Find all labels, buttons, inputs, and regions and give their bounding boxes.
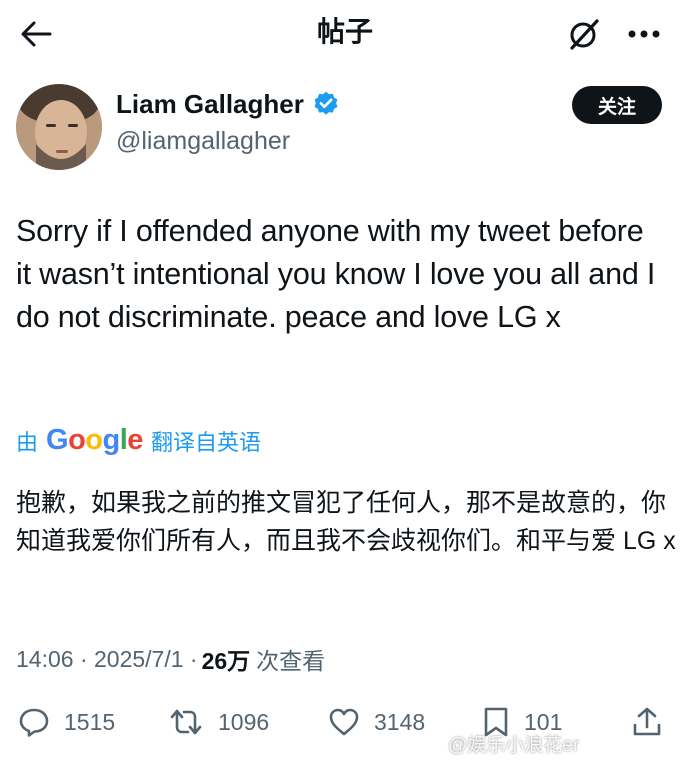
translated-suffix: 翻译自英语 (150, 429, 261, 455)
timestamp[interactable]: 14:06 · 2025/7/1 · (16, 646, 198, 673)
reply-button[interactable]: 1515 (18, 700, 115, 744)
grok-icon (570, 19, 599, 50)
author-name-row[interactable]: Liam Gallagher (116, 86, 340, 122)
repost-count: 1096 (218, 708, 270, 735)
more-dots-icon (628, 30, 660, 38)
like-button[interactable]: 3148 (328, 700, 425, 744)
grok-button[interactable] (562, 14, 606, 54)
google-logo: Google (46, 424, 143, 456)
repost-icon (170, 709, 202, 735)
share-icon (633, 707, 661, 736)
action-bar: 1515 1096 3148 101 (0, 700, 690, 744)
watermark: @娱乐小浪花er (448, 735, 580, 756)
author-handle[interactable]: @liamgallagher (116, 124, 290, 158)
heart-icon (329, 708, 359, 736)
view-count: 26万 (201, 648, 251, 674)
verified-badge-icon (314, 91, 338, 115)
avatar-portrait-image (16, 84, 102, 170)
like-count: 3148 (374, 708, 426, 735)
share-button[interactable] (632, 700, 662, 744)
repost-button[interactable]: 1096 (168, 700, 269, 744)
tweet-text: Sorry if I offended anyone with my tweet… (16, 214, 656, 334)
reply-icon (19, 708, 49, 737)
author-display-name[interactable]: Liam Gallagher (116, 86, 304, 122)
tweet-meta: 14:06 · 2025/7/1 · 26万 次查看 (16, 642, 325, 676)
avatar[interactable] (16, 84, 102, 170)
follow-button[interactable]: 关注 (572, 86, 662, 124)
translated-by-google[interactable]: 由 Google 翻译自英语 (16, 424, 261, 457)
reply-count: 1515 (64, 708, 116, 735)
top-bar: 帖子 (0, 0, 690, 68)
translation-text: 抱歉，如果我之前的推文冒犯了任何人，那不是故意的，你知道我爱你们所有人，而且我不… (16, 489, 676, 555)
translated-prefix: 由 (16, 429, 39, 455)
view-count-label: 次查看 (256, 648, 326, 674)
more-options-button[interactable] (620, 14, 668, 54)
